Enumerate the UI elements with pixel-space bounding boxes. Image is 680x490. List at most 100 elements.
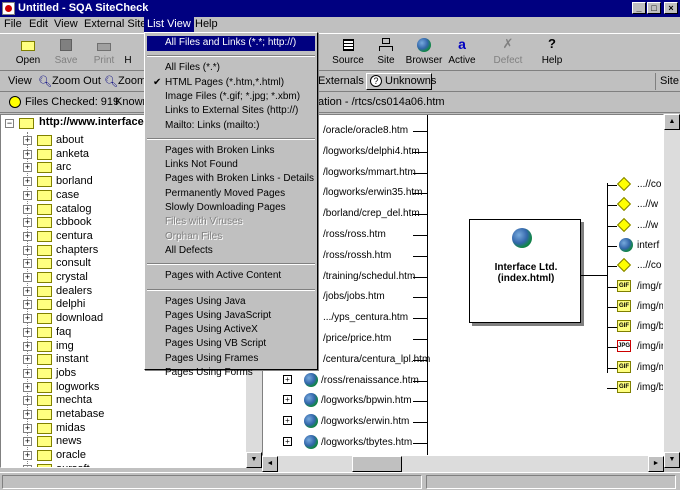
expand-icon[interactable]: + (23, 259, 32, 269)
expand-icon[interactable]: + (23, 437, 32, 447)
menu-item[interactable]: Pages with Active Content (165, 270, 281, 281)
graph-link-node[interactable]: + /logworks/tbytes.htm (263, 435, 428, 452)
menu-item[interactable]: Mailto: Links (mailto:) (165, 120, 259, 131)
defect-button[interactable]: ✗ Defect (488, 37, 528, 71)
expand-icon[interactable]: + (23, 355, 32, 365)
menu-item[interactable]: Files with Viruses (165, 216, 243, 227)
graph-link-node[interactable]: + /logworks/bpwin.htm (263, 393, 428, 410)
graph-child-node[interactable]: ...//co (607, 258, 663, 275)
menu-external-sites[interactable]: External Sites (84, 18, 152, 30)
menu-item[interactable]: All Defects (165, 245, 213, 256)
expand-icon[interactable]: + (23, 423, 32, 433)
center-page[interactable]: Interface Ltd. (index.html) (469, 219, 581, 323)
expand-icon[interactable]: + (23, 451, 32, 461)
graph-child-node[interactable]: GIF/img/r (607, 279, 663, 296)
menu-item[interactable]: Pages with Broken Links (165, 145, 275, 156)
menu-item[interactable]: Image Files (*.gif; *.jpg; *.xbm) (165, 91, 300, 102)
zoom-out-button[interactable]: Zoom Out (52, 75, 101, 87)
expand-icon[interactable]: + (23, 341, 32, 351)
expand-icon[interactable]: + (283, 395, 292, 405)
expand-icon[interactable]: + (23, 190, 32, 200)
menu-item[interactable]: HTML Pages (*.htm,*.html) (165, 77, 284, 88)
graph-child-node[interactable]: GIF/img/m (607, 360, 663, 377)
graph-child-node[interactable]: ...//co (607, 176, 663, 194)
graph-hscrollbar[interactable]: ◄ ► (262, 456, 664, 472)
expand-icon[interactable]: + (23, 314, 32, 324)
menu-help[interactable]: Help (195, 18, 218, 30)
menu-item[interactable]: Links to External Sites (http://) (165, 105, 298, 116)
site-graph[interactable]: Interface Ltd. (index.html) /oracle/orac… (262, 114, 664, 456)
expand-icon[interactable]: + (23, 368, 32, 378)
expand-icon[interactable]: + (23, 163, 32, 173)
graph-child-node[interactable]: JPG/img/ir (607, 339, 663, 356)
maximize-button[interactable]: □ (647, 2, 661, 14)
expand-icon[interactable]: + (23, 410, 32, 419)
browser-button[interactable]: Browser (404, 37, 444, 71)
expand-icon[interactable]: + (23, 218, 32, 228)
expand-icon[interactable]: + (23, 245, 32, 255)
save-button[interactable]: Save (46, 37, 86, 71)
graph-child-node[interactable]: GIF/img/b (607, 319, 663, 336)
expand-icon[interactable]: + (23, 273, 32, 282)
graph-scroll-up-icon[interactable]: ▲ (664, 114, 680, 130)
menu-item[interactable]: Orphan Files (165, 231, 222, 242)
expand-icon[interactable]: + (23, 231, 32, 241)
close-button[interactable]: × (664, 2, 678, 14)
expand-icon[interactable]: + (23, 136, 32, 145)
menu-item[interactable]: Pages Using ActiveX (165, 324, 258, 335)
open-button[interactable]: Open (8, 37, 48, 71)
menu-item[interactable]: Permanently Moved Pages (165, 188, 285, 199)
graph-child-node[interactable]: ...//w (607, 217, 663, 235)
minimize-button[interactable]: _ (632, 2, 646, 14)
collapse-icon[interactable]: − (5, 119, 14, 128)
menu-file[interactable]: File (4, 18, 22, 30)
scroll-left-icon[interactable]: ◄ (262, 456, 278, 472)
scroll-right-icon[interactable]: ► (648, 456, 664, 472)
menu-item[interactable]: Pages Using Forms (165, 367, 253, 378)
menu-item[interactable]: All Files and Links (*.*; http://) (165, 37, 296, 48)
graph-child-node[interactable]: GIF/img/b (607, 380, 663, 397)
expand-icon[interactable]: + (23, 177, 32, 187)
site-label[interactable]: Site (655, 73, 679, 90)
graph-child-node[interactable]: ...//w (607, 197, 663, 214)
graph-scroll-down-icon[interactable]: ▼ (664, 452, 680, 468)
graph-scrollbar[interactable]: ▲ ▼ (664, 114, 680, 468)
graph-link-node[interactable]: + /logworks/erwin.htm (263, 414, 428, 431)
source-button[interactable]: Source (328, 37, 368, 71)
hscroll-thumb[interactable] (352, 456, 402, 472)
scroll-down-icon[interactable]: ▼ (246, 452, 262, 468)
site-button[interactable]: Site (366, 37, 406, 71)
help-button[interactable]: ? Help (532, 37, 572, 71)
menu-list-view[interactable]: List View (144, 17, 194, 33)
menu-edit[interactable]: Edit (29, 18, 48, 30)
graph-link-node[interactable]: + /ross/renaissance.htm (263, 372, 428, 390)
menu-item[interactable]: Pages Using Java (165, 296, 246, 307)
menu-item[interactable]: All Files (*.*) (165, 62, 220, 73)
expand-icon[interactable]: + (23, 204, 32, 214)
menu-item[interactable]: Pages with Broken Links - Details (165, 173, 314, 184)
app-icon[interactable] (2, 2, 15, 15)
expand-icon[interactable]: + (23, 300, 32, 310)
expand-icon[interactable]: + (23, 396, 32, 406)
menu-item[interactable]: Links Not Found (165, 159, 238, 170)
expand-icon[interactable]: + (23, 286, 32, 296)
expand-icon[interactable]: + (283, 437, 292, 446)
externals-button[interactable]: Externals (318, 75, 364, 87)
menu-item[interactable]: Pages Using Frames (165, 353, 258, 364)
menu-item[interactable]: Pages Using VB Script (165, 338, 266, 349)
expand-icon[interactable]: + (23, 149, 32, 159)
expand-icon[interactable]: + (23, 464, 32, 467)
tree-item-oursoft[interactable]: + oursoft (1, 461, 241, 467)
h-button[interactable]: H (118, 37, 138, 71)
expand-icon[interactable]: + (283, 374, 292, 384)
expand-icon[interactable]: + (283, 416, 292, 426)
menu-item[interactable]: Pages Using JavaScript (165, 310, 271, 321)
menu-item[interactable]: Slowly Downloading Pages (165, 202, 286, 213)
zoom-in-button[interactable]: Zoom (118, 75, 146, 87)
menu-view[interactable]: View (54, 18, 78, 30)
graph-child-node[interactable]: interf (607, 237, 663, 255)
expand-icon[interactable]: + (23, 382, 32, 392)
active-button[interactable]: a Active (442, 37, 482, 71)
expand-icon[interactable]: + (23, 327, 32, 337)
graph-child-node[interactable]: GIF/img/m (607, 299, 663, 316)
